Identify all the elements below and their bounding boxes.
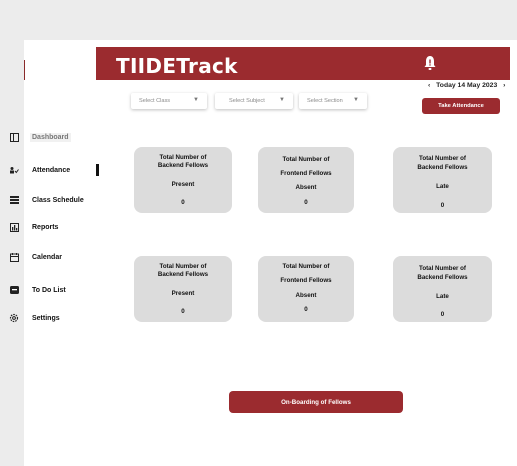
active-indicator	[96, 164, 99, 176]
card-title-line2: Frontend Fellows	[280, 277, 332, 284]
stat-card-frontend-absent: Total Number of Frontend Fellows Absent …	[258, 147, 354, 213]
select-section-dropdown[interactable]: Select Section ▼	[299, 93, 367, 109]
chevron-down-icon: ▼	[353, 97, 359, 103]
sidebar-item-label: Attendance	[32, 166, 71, 174]
card-status: Absent	[295, 184, 317, 191]
stat-card-backend-late: Total Number of Backend Fellows Late 0	[393, 256, 492, 322]
schedule-icon	[9, 195, 19, 205]
attendance-icon	[9, 165, 19, 175]
stat-card-backend-present: Total Number of Backend Fellows Present …	[134, 256, 232, 322]
chevron-down-icon: ▼	[193, 97, 199, 103]
sidebar-item-todo[interactable]: To Do List	[0, 283, 110, 297]
sidebar-item-label: To Do List	[32, 286, 66, 294]
onboarding-fellows-button[interactable]: On-Boarding of Fellows	[229, 391, 403, 413]
card-value: 0	[304, 199, 308, 206]
stat-card-backend-late: Total Number of Backend Fellows Late 0	[393, 147, 492, 213]
select-subject-dropdown[interactable]: Select Subject ▼	[215, 93, 293, 109]
sidebar-accent-line	[24, 60, 25, 80]
settings-icon	[9, 313, 19, 323]
select-subject-label: Select Subject	[229, 98, 265, 104]
card-title-line2: Backend Fellows	[417, 164, 468, 171]
select-section-label: Select Section	[307, 98, 343, 104]
card-status: Late	[436, 183, 449, 190]
bell-icon[interactable]	[423, 55, 437, 71]
sidebar-item-dashboard[interactable]: Dashboard	[0, 130, 110, 144]
date-prev-button[interactable]: ‹	[428, 82, 430, 89]
card-value: 0	[440, 202, 445, 209]
sidebar-item-reports[interactable]: Reports	[0, 220, 110, 234]
sidebar-item-calendar[interactable]: Calendar	[0, 250, 110, 264]
sidebar-item-class-schedule[interactable]: Class Schedule	[0, 193, 110, 207]
card-value: 0	[181, 199, 185, 206]
sidebar-item-label: Reports	[32, 223, 59, 231]
sidebar-item-label: Calendar	[32, 253, 62, 261]
sidebar-item-label: Settings	[32, 314, 60, 322]
select-class-dropdown[interactable]: Select Class ▼	[131, 93, 207, 109]
app-header: TIIDETrack	[96, 47, 510, 80]
sidebar-item-settings[interactable]: Settings	[0, 311, 110, 325]
card-status: Late	[436, 293, 449, 300]
card-title-line1: Total Number of	[282, 156, 330, 163]
todo-icon	[9, 285, 19, 295]
card-title-line2: Backend Fellows	[157, 271, 209, 278]
card-title-line1: Total Number of	[419, 265, 466, 272]
dashboard-icon	[9, 132, 19, 142]
date-label: Today 14 May 2023	[436, 82, 498, 89]
card-status: Absent	[295, 292, 317, 299]
card-title-line2: Backend Fellows	[417, 274, 468, 281]
sidebar-item-attendance[interactable]: Attendance	[0, 163, 110, 177]
card-value: 0	[440, 311, 445, 318]
stat-card-frontend-absent: Total Number of Frontend Fellows Absent …	[258, 256, 354, 322]
sidebar-item-label: Dashboard	[30, 132, 71, 142]
stat-card-backend-present: Total Number of Backend Fellows Present …	[134, 147, 232, 213]
sidebar-item-label: Class Schedule	[32, 196, 84, 204]
brand-title: TIIDETrack	[116, 54, 238, 78]
chevron-down-icon: ▼	[279, 97, 285, 103]
card-title-line2: Frontend Fellows	[280, 170, 332, 177]
date-navigator: ‹ Today 14 May 2023 ›	[426, 82, 507, 89]
date-next-button[interactable]: ›	[503, 82, 505, 89]
card-title-line1: Total Number of	[282, 263, 330, 270]
card-status: Present	[171, 290, 195, 297]
calendar-icon	[9, 252, 19, 262]
select-class-label: Select Class	[139, 98, 171, 104]
card-title-line2: Backend Fellows	[157, 162, 209, 169]
card-value: 0	[181, 308, 185, 315]
card-value: 0	[304, 306, 308, 313]
card-status: Present	[171, 181, 195, 188]
reports-icon	[9, 222, 19, 232]
take-attendance-button[interactable]: Take Attendance	[422, 98, 500, 114]
card-title-line1: Total Number of	[419, 155, 466, 162]
